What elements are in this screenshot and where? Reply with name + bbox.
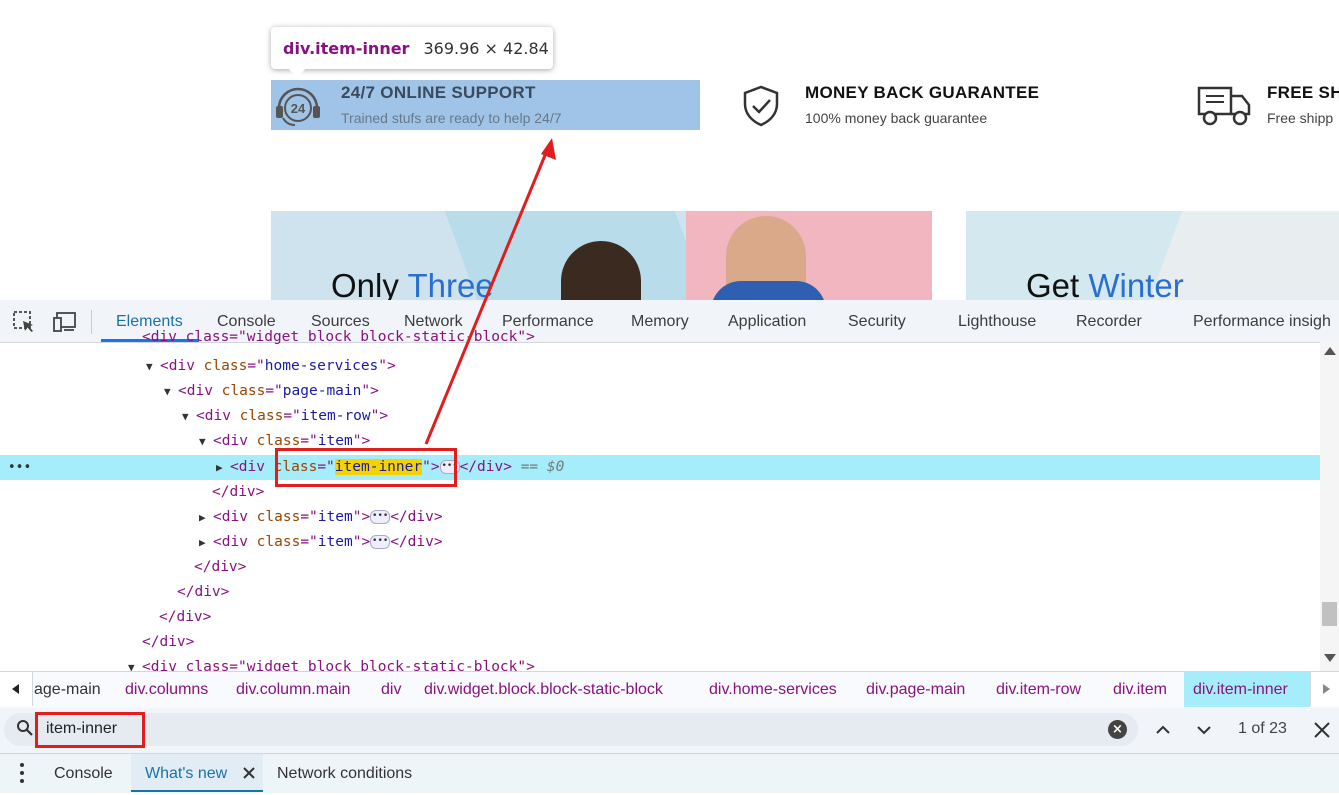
annotation-arrow <box>424 138 556 445</box>
